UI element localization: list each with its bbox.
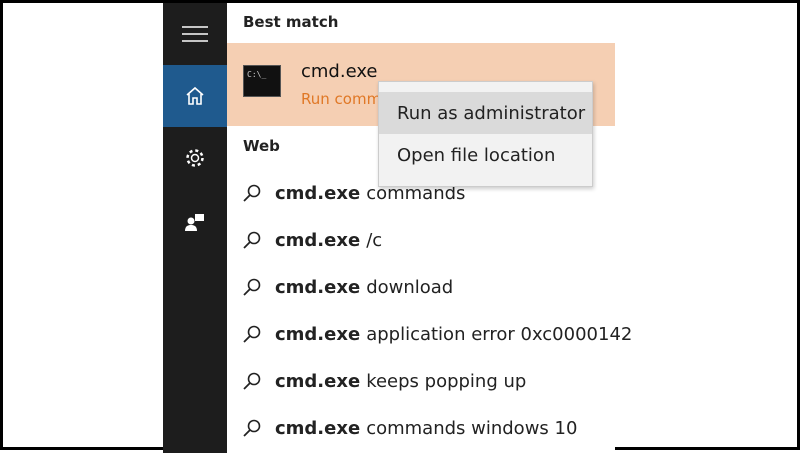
web-result[interactable]: cmd.exe download	[243, 267, 453, 307]
search-icon	[243, 372, 261, 390]
web-result[interactable]: cmd.exe keeps popping up	[243, 361, 526, 401]
result-rest: download	[366, 276, 454, 298]
home-button[interactable]	[163, 65, 227, 127]
search-results: Best match C:\_ cmd.exe Run command Web …	[227, 3, 632, 453]
result-rest: /c	[366, 229, 383, 251]
run-as-administrator[interactable]: Run as administrator	[379, 92, 592, 134]
context-menu: Run as administrator Open file location	[378, 81, 593, 187]
search-icon	[243, 325, 261, 343]
web-result[interactable]: cmd.exe/c	[243, 220, 382, 260]
result-rest: keeps popping up	[366, 370, 527, 392]
result-bold: cmd.exe	[275, 182, 361, 204]
result-rest: commands windows 10	[366, 417, 578, 439]
web-result[interactable]: cmd.exe commands windows 10	[243, 408, 577, 448]
best-match-header: Best match	[243, 13, 339, 31]
result-bold: cmd.exe	[275, 229, 361, 251]
settings-button[interactable]	[163, 127, 227, 189]
open-file-location[interactable]: Open file location	[379, 134, 592, 176]
search-icon	[243, 231, 261, 249]
web-result[interactable]: cmd.exe application error 0xc0000142	[243, 314, 632, 354]
best-match-title: cmd.exe	[301, 61, 378, 82]
result-bold: cmd.exe	[275, 417, 361, 439]
menu-button[interactable]	[163, 3, 227, 65]
web-header: Web	[243, 137, 280, 155]
result-bold: cmd.exe	[275, 323, 361, 345]
search-icon	[243, 184, 261, 202]
result-rest: application error 0xc0000142	[366, 323, 633, 345]
result-bold: cmd.exe	[275, 370, 361, 392]
search-icon	[243, 278, 261, 296]
cmd-icon: C:\_	[243, 65, 281, 97]
sidebar	[163, 3, 227, 453]
feedback-icon	[185, 214, 204, 231]
hamburger-icon	[182, 26, 208, 42]
result-bold: cmd.exe	[275, 276, 361, 298]
gear-icon	[186, 149, 204, 167]
search-icon	[243, 419, 261, 437]
feedback-button[interactable]	[163, 191, 227, 253]
home-icon	[186, 86, 204, 105]
